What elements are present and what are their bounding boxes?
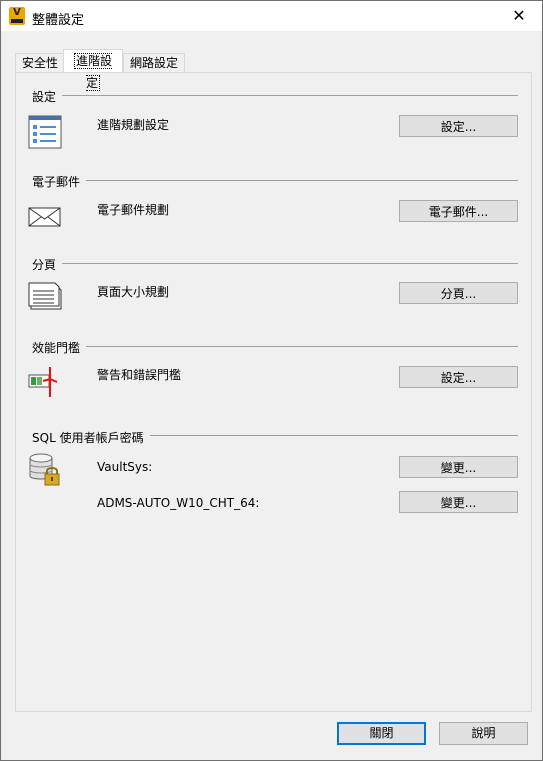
vaultsys-label: VaultSys: bbox=[97, 460, 153, 474]
threshold-gauge-icon bbox=[28, 367, 58, 397]
tab-security[interactable]: 安全性 bbox=[15, 53, 65, 72]
adms-change-button[interactable]: 變更... bbox=[399, 491, 518, 513]
threshold-button[interactable]: 設定... bbox=[399, 366, 518, 388]
section-title-sql: SQL 使用者帳戶密碼 bbox=[32, 431, 144, 445]
section-title-email: 電子郵件 bbox=[32, 175, 81, 189]
section-divider bbox=[86, 180, 518, 181]
tab-security-label: 安全性 bbox=[22, 56, 59, 70]
vaultsys-change-button[interactable]: 變更... bbox=[399, 456, 518, 478]
section-divider bbox=[150, 435, 518, 436]
page-size-label: 頁面大小規劃 bbox=[97, 285, 170, 299]
section-title-settings: 設定 bbox=[32, 90, 57, 104]
title-bar: V 整體設定 ✕ bbox=[1, 1, 542, 31]
section-title-paging: 分頁 bbox=[32, 258, 57, 272]
settings-dialog: V 整體設定 ✕ 安全性 進階設定 網路設定 設定 進階規劃設定 設定... 電… bbox=[0, 0, 543, 761]
database-lock-icon bbox=[29, 453, 60, 486]
section-divider bbox=[86, 346, 518, 347]
vault-app-icon: V bbox=[9, 7, 25, 25]
app-icon-letter: V bbox=[13, 7, 21, 18]
threshold-label: 警告和錯誤門檻 bbox=[97, 368, 182, 382]
envelope-icon bbox=[28, 207, 61, 227]
window-title: 整體設定 bbox=[32, 13, 85, 28]
help-button[interactable]: 說明 bbox=[439, 722, 528, 745]
tab-advanced-settings[interactable]: 進階設定 bbox=[63, 49, 123, 91]
paging-button[interactable]: 分頁... bbox=[399, 282, 518, 304]
email-config-button[interactable]: 電子郵件... bbox=[399, 200, 518, 222]
section-divider bbox=[62, 95, 518, 96]
section-divider bbox=[62, 263, 518, 264]
advanced-config-label: 進階規劃設定 bbox=[97, 118, 170, 132]
close-button[interactable]: 關閉 bbox=[337, 722, 426, 745]
adms-account-label: ADMS-AUTO_W10_CHT_64: bbox=[97, 496, 260, 510]
tab-network-settings[interactable]: 網路設定 bbox=[123, 53, 185, 72]
page-icon bbox=[28, 282, 62, 310]
advanced-settings-panel: 設定 進階規劃設定 設定... 電子郵件 電子郵件規劃 電子郵件... 分頁 頁… bbox=[15, 72, 532, 712]
tab-network-label: 網路設定 bbox=[130, 56, 179, 70]
close-icon[interactable]: ✕ bbox=[496, 1, 542, 31]
advanced-config-button[interactable]: 設定... bbox=[399, 115, 518, 137]
email-config-label: 電子郵件規劃 bbox=[97, 203, 170, 217]
settings-list-icon bbox=[28, 115, 62, 149]
section-title-threshold: 效能門檻 bbox=[32, 341, 81, 355]
